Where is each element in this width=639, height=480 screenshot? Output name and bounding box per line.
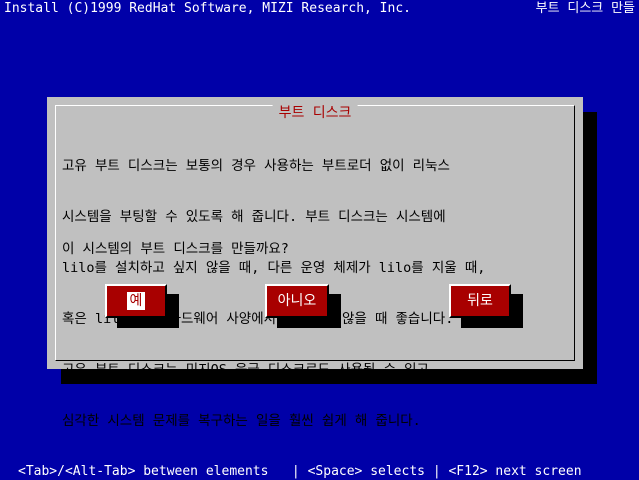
message-line: 시스템을 부팅할 수 있도록 해 줍니다. 부트 디스크는 시스템에 [62, 209, 446, 225]
message-line: lilo를 설치하고 싶지 않을 때, 다른 운영 체제가 lilo를 지울 때… [62, 260, 486, 276]
top-status-bar: Install (C)1999 RedHat Software, MIZI Re… [0, 0, 639, 18]
key-help-bar: <Tab>/<Alt-Tab> between elements | <Spac… [18, 464, 582, 479]
dialog-question: 이 시스템의 부트 디스크를 만들까요? [62, 241, 289, 257]
message-line: 고유 부트 디스크는 미지OS 응급 디스크로도 사용될 수 있고, [62, 362, 438, 378]
installer-step-title: 부트 디스크 만들 [535, 1, 635, 16]
installer-screen: Install (C)1999 RedHat Software, MIZI Re… [0, 0, 639, 480]
message-line: 심각한 시스템 문제를 복구하는 일을 훨씬 쉽게 해 줍니다. [62, 413, 421, 429]
no-button[interactable]: 아니오 [265, 284, 329, 318]
message-line: 고유 부트 디스크는 보통의 경우 사용하는 부트로더 없이 리눅스 [62, 158, 450, 174]
back-button[interactable]: 뒤로 [449, 284, 511, 318]
boot-disk-dialog: 부트 디스크 고유 부트 디스크는 보통의 경우 사용하는 부트로더 없이 리눅… [47, 97, 583, 429]
yes-button-label: 예 [126, 292, 146, 310]
installer-copyright: Install (C)1999 RedHat Software, MIZI Re… [4, 1, 411, 16]
dialog-title: 부트 디스크 [272, 105, 358, 121]
yes-button[interactable]: 예 [105, 284, 167, 318]
back-button-label: 뒤로 [467, 293, 493, 309]
no-button-label: 아니오 [277, 293, 317, 309]
